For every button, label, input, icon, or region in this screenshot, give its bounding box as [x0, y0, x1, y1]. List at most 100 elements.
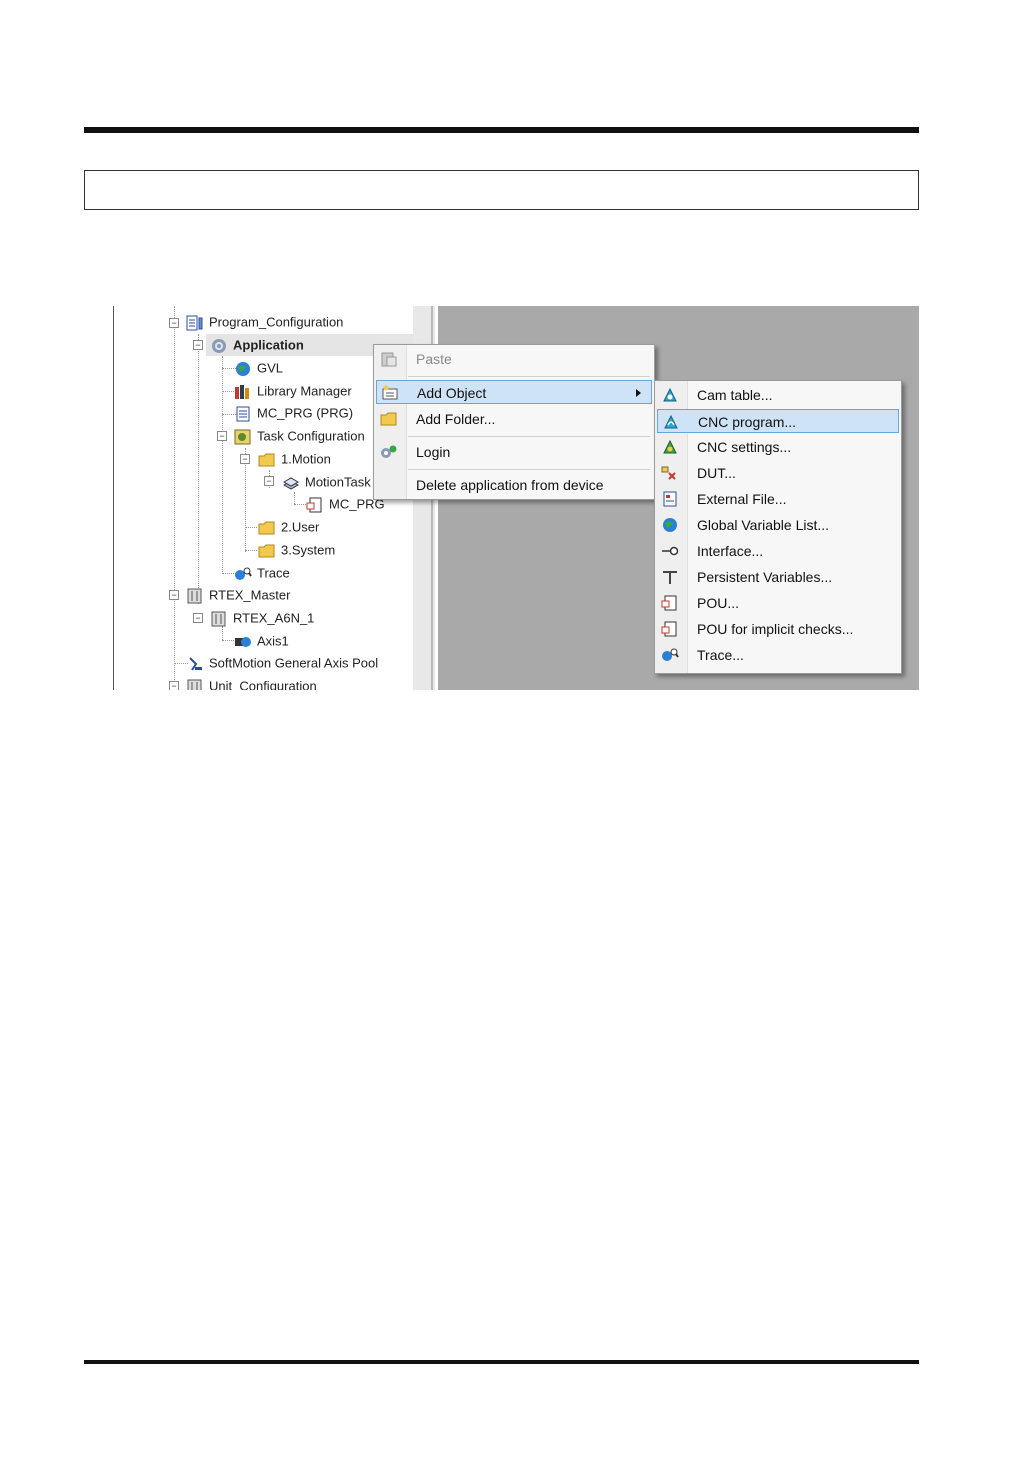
collapse-toggle[interactable]: −	[169, 681, 179, 690]
add-object-icon	[382, 385, 398, 400]
submenu-item-cam-table[interactable]: Cam table...	[657, 383, 899, 407]
tree-item-motiontask[interactable]: MotionTask	[282, 472, 371, 492]
tree-line	[222, 626, 223, 640]
tree-item-label: Task Configuration	[257, 428, 365, 444]
pou-icon	[306, 497, 322, 513]
tree-item-label: Program_Configuration	[209, 314, 344, 330]
tree-item-label: Axis1	[257, 633, 289, 649]
menu-item-label: External File...	[697, 491, 787, 507]
tree-item-program-configuration[interactable]: Program_Configuration	[186, 312, 343, 332]
menu-item-label: Add Object	[417, 385, 487, 401]
application-gear-icon	[212, 338, 226, 353]
collapse-toggle[interactable]: −	[169, 318, 179, 328]
cnc-program-icon	[664, 414, 678, 429]
tree-line	[245, 527, 257, 528]
menu-separator	[408, 469, 650, 470]
external-file-icon	[663, 491, 677, 507]
menu-item-label: Delete application from device	[416, 477, 604, 493]
axis-pool-icon	[189, 656, 202, 671]
collapse-toggle[interactable]: −	[193, 613, 203, 623]
globe-icon	[663, 518, 677, 532]
submenu-item-cnc-settings[interactable]: CNC settings...	[657, 435, 899, 459]
task-stack-icon	[282, 476, 300, 490]
collapse-toggle[interactable]: −	[193, 340, 203, 350]
trace-icon	[235, 567, 252, 580]
tree-item-2-user[interactable]: 2.User	[258, 517, 319, 537]
menu-item-label: CNC program...	[698, 414, 797, 430]
tree-item-trace[interactable]: Trace	[234, 563, 290, 583]
menu-item-label: Cam table...	[697, 387, 773, 403]
tree-item-axis1[interactable]: Axis1	[234, 631, 289, 651]
menu-item-delete-application[interactable]: Delete application from device	[376, 473, 652, 497]
tree-item-mc-prg[interactable]: MC_PRG (PRG)	[234, 403, 353, 423]
menu-item-login[interactable]: Login	[376, 440, 652, 464]
collapse-toggle[interactable]: −	[169, 590, 179, 600]
collapse-toggle[interactable]: −	[240, 454, 250, 464]
submenu-item-external-file[interactable]: External File...	[657, 487, 899, 511]
folder-icon	[380, 412, 397, 426]
collapse-toggle[interactable]: −	[217, 431, 227, 441]
submenu-item-trace[interactable]: Trace...	[657, 643, 899, 667]
persistent-vars-icon	[663, 571, 677, 584]
paste-icon	[381, 352, 397, 367]
menu-item-add-folder[interactable]: Add Folder...	[376, 407, 652, 431]
tree-line	[198, 334, 199, 604]
menu-item-label: Trace...	[697, 647, 744, 663]
submenu-item-pou[interactable]: POU...	[657, 591, 899, 615]
tree-line	[245, 550, 257, 551]
tree-line	[294, 504, 306, 505]
trace-icon	[662, 648, 679, 661]
tree-item-gvl[interactable]: GVL	[234, 358, 283, 378]
menu-item-label: Add Folder...	[416, 411, 496, 427]
device-icon	[211, 611, 226, 627]
tree-item-task-configuration[interactable]: Task Configuration	[234, 426, 365, 446]
submenu-arrow-icon	[636, 389, 641, 397]
tree-item-1-motion[interactable]: 1.Motion	[258, 449, 331, 469]
cnc-settings-icon	[663, 439, 677, 454]
tree-line	[294, 492, 295, 504]
screenshot: − − − − − − − − Program_Configuration Ap…	[113, 306, 919, 690]
bottom-rule	[84, 1360, 919, 1364]
tree-item-unit-configuration[interactable]: Unit_Configuration	[186, 676, 317, 690]
menu-item-label: POU...	[697, 595, 740, 611]
tree-item-label: Application	[233, 337, 304, 353]
pou-icon	[661, 621, 677, 637]
tree-item-softmotion-axis-pool[interactable]: SoftMotion General Axis Pool	[186, 653, 378, 673]
submenu-item-persistent-variables[interactable]: Persistent Variables...	[657, 565, 899, 589]
program-config-icon	[186, 315, 203, 331]
tree-item-rtex-master[interactable]: RTEX_Master	[186, 585, 290, 605]
task-config-icon	[234, 429, 251, 445]
tree-item-3-system[interactable]: 3.System	[258, 540, 335, 560]
collapse-toggle[interactable]: −	[264, 476, 274, 486]
tree-item-label: 3.System	[281, 542, 336, 558]
device-tree-pane: − − − − − − − − Program_Configuration Ap…	[113, 306, 416, 690]
menu-item-paste[interactable]: Paste	[376, 347, 652, 371]
tree-item-label: RTEX_Master	[209, 587, 291, 603]
folder-icon	[258, 521, 275, 535]
menu-item-add-object[interactable]: Add Object	[376, 380, 652, 404]
menu-item-label: POU for implicit checks...	[697, 621, 854, 637]
globe-icon	[236, 361, 250, 376]
device-icon	[187, 588, 202, 604]
submenu-item-dut[interactable]: DUT...	[657, 461, 899, 485]
submenu-item-global-variable-list[interactable]: Global Variable List...	[657, 513, 899, 537]
add-object-submenu: Cam table... CNC program... CNC settings…	[654, 380, 902, 674]
tree-item-library-manager[interactable]: Library Manager	[234, 381, 352, 401]
menu-item-label: CNC settings...	[697, 439, 792, 455]
menu-separator	[408, 376, 650, 377]
tree-item-label: RTEX_A6N_1	[233, 610, 315, 626]
tree-item-label: SoftMotion General Axis Pool	[209, 655, 379, 671]
tree-item-application[interactable]: Application	[210, 335, 304, 355]
tree-item-label: Trace	[257, 565, 290, 581]
tree-item-rtex-a6n-1[interactable]: RTEX_A6N_1	[210, 608, 314, 628]
tree-item-label: 2.User	[281, 519, 320, 535]
menu-item-label: Login	[416, 444, 451, 460]
cam-table-icon	[663, 387, 677, 402]
tree-line	[174, 306, 175, 690]
submenu-item-interface[interactable]: Interface...	[657, 539, 899, 563]
menu-item-label: Global Variable List...	[697, 517, 830, 533]
tree-item-label: GVL	[257, 360, 284, 376]
menu-separator	[408, 436, 650, 437]
submenu-item-cnc-program[interactable]: CNC program...	[657, 409, 899, 433]
submenu-item-pou-implicit-checks[interactable]: POU for implicit checks...	[657, 617, 899, 641]
